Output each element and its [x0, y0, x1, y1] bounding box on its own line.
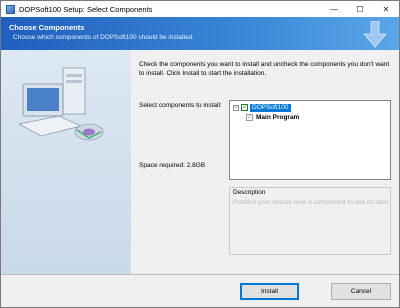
maximize-button[interactable]: ☐: [347, 1, 373, 17]
select-components-label: Select components to install:: [139, 102, 222, 109]
description-groupbox: [229, 187, 391, 255]
instructions-text: Check the components you want to install…: [139, 61, 390, 77]
collapse-icon[interactable]: −: [233, 104, 239, 111]
dopsoft100-checkbox[interactable]: ✓: [241, 104, 248, 111]
title-bar: DOPSoft100 Setup: Select Components — ☐ …: [1, 1, 399, 17]
installer-icon: [6, 4, 15, 14]
tree-item-label[interactable]: Main Program: [256, 114, 299, 121]
install-button[interactable]: Install: [240, 283, 299, 300]
header-banner: Choose Components Choose which component…: [1, 17, 399, 50]
component-tree[interactable]: − ✓ DOPSoft100 ✓ Main Program: [229, 100, 391, 180]
close-button[interactable]: ✕: [373, 1, 399, 17]
tree-item-main-program[interactable]: ✓ Main Program: [244, 113, 299, 122]
minimize-button[interactable]: —: [321, 1, 347, 17]
tree-item-dopsoft100[interactable]: − ✓ DOPSoft100: [233, 103, 291, 112]
download-arrow-icon: [363, 21, 387, 48]
window-title: DOPSoft100 Setup: Select Components: [19, 4, 153, 14]
computer-icon: [19, 67, 104, 141]
space-required-label: Space required: 2.8GB: [139, 162, 206, 169]
footer-divider: [1, 274, 399, 275]
installer-window: DOPSoft100 Setup: Select Components — ☐ …: [0, 0, 400, 308]
tree-item-label[interactable]: DOPSoft100: [250, 103, 291, 112]
cancel-button[interactable]: Cancel: [331, 283, 391, 300]
page-subtitle: Choose which components of DOPSoft100 sh…: [13, 34, 195, 41]
description-hint: Position your mouse over a component to …: [233, 199, 389, 206]
main-program-checkbox: ✓: [246, 114, 253, 121]
page-title: Choose Components: [9, 23, 85, 32]
description-title: Description: [232, 189, 267, 196]
